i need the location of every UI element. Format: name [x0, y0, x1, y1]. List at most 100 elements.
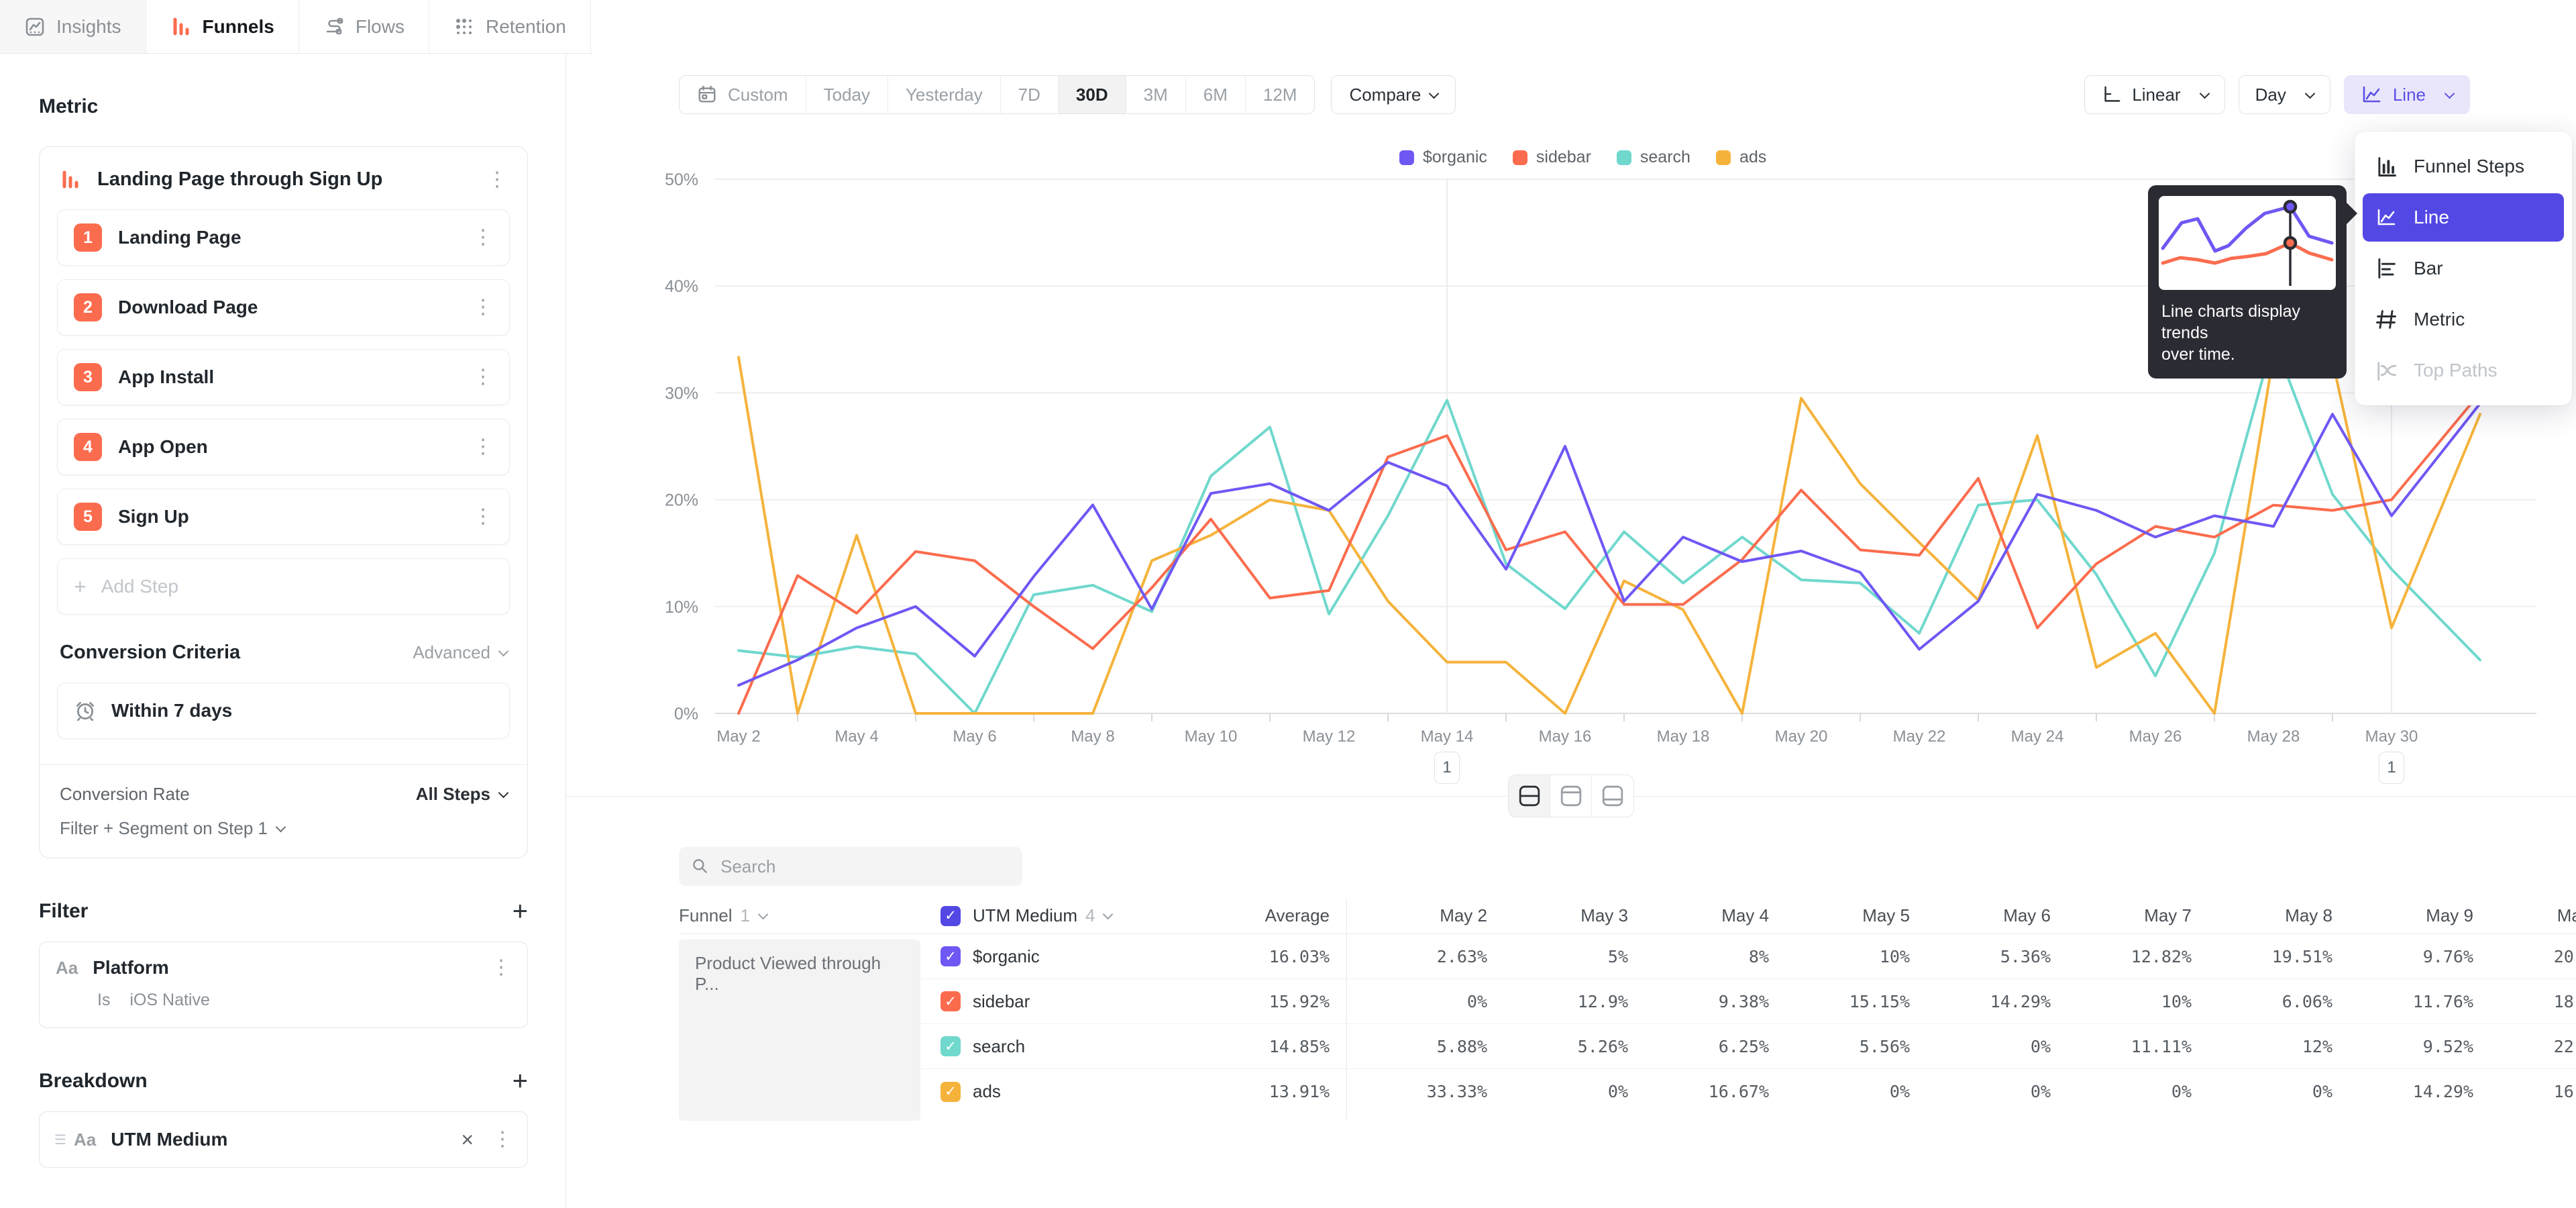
- conversion-rate-dropdown[interactable]: All Steps: [416, 784, 507, 805]
- filter-value[interactable]: iOS Native: [129, 991, 209, 1009]
- add-step-button[interactable]: + Add Step: [57, 558, 510, 615]
- table-column-header[interactable]: May 4: [1628, 905, 1769, 926]
- step-kebab-menu[interactable]: ⋮: [473, 507, 493, 527]
- layout-toggle-chart-bottom-view[interactable]: [1592, 775, 1633, 817]
- svg-text:May 26: May 26: [2129, 727, 2182, 746]
- line-chart-icon: [2361, 84, 2382, 105]
- metric-kebab-menu[interactable]: ⋮: [487, 170, 507, 190]
- series-checkbox[interactable]: ✓: [941, 1082, 961, 1102]
- table-funnel-header[interactable]: Funnel1: [679, 905, 941, 926]
- search-input[interactable]: [720, 856, 989, 877]
- range-custom[interactable]: Custom: [680, 76, 806, 113]
- layout-toggle-split-view[interactable]: [1509, 775, 1550, 817]
- funnel-header-label: Funnel: [679, 905, 733, 926]
- table-column-header[interactable]: May 9: [2332, 905, 2473, 926]
- remove-breakdown-button[interactable]: ×: [461, 1133, 474, 1146]
- filter-segment-dropdown[interactable]: Filter + Segment on Step 1: [57, 805, 510, 858]
- conversion-window[interactable]: Within 7 days: [57, 683, 510, 739]
- menu-item-label: Metric: [2414, 309, 2465, 330]
- chart-type-dropdown[interactable]: Line: [2344, 75, 2470, 114]
- plus-icon: +: [74, 574, 87, 599]
- step-kebab-menu[interactable]: ⋮: [473, 367, 493, 387]
- filter-operator[interactable]: Is: [97, 991, 110, 1009]
- table-column-header[interactable]: May 8: [2192, 905, 2332, 926]
- annotation-badge[interactable]: 1: [1434, 752, 1460, 784]
- legend-item-search[interactable]: search: [1617, 148, 1690, 167]
- granularity-dropdown[interactable]: Day: [2239, 75, 2330, 114]
- menu-item-label: Bar: [2414, 258, 2443, 279]
- compare-button[interactable]: Compare: [1331, 75, 1456, 114]
- menu-item-bar[interactable]: Bar: [2363, 244, 2564, 293]
- table-column-header[interactable]: May 7: [2051, 905, 2192, 926]
- menu-item-metric[interactable]: Metric: [2363, 295, 2564, 344]
- series-name-label: $organic: [973, 946, 1040, 967]
- range-12m[interactable]: 12M: [1246, 76, 1315, 113]
- table-cell: 5.88%: [1346, 1037, 1487, 1056]
- add-filter-button[interactable]: +: [513, 901, 528, 921]
- legend-item-ads[interactable]: ads: [1716, 148, 1766, 167]
- tab-insights[interactable]: Insights: [0, 0, 146, 53]
- table-cell: 9.52%: [2332, 1037, 2473, 1056]
- retention-icon: [453, 16, 475, 38]
- step-kebab-menu[interactable]: ⋮: [473, 437, 493, 457]
- advanced-dropdown[interactable]: Advanced: [413, 642, 507, 663]
- series-checkbox[interactable]: ✓: [941, 946, 961, 966]
- series-name-label: ads: [973, 1081, 1001, 1102]
- table-search[interactable]: [679, 847, 1022, 886]
- drag-handle-icon[interactable]: ☰: [54, 1131, 66, 1148]
- range-3m[interactable]: 3M: [1126, 76, 1186, 113]
- annotation-badge[interactable]: 1: [2379, 752, 2404, 784]
- breakdown-card[interactable]: ☰ Aa UTM Medium × ⋮: [39, 1111, 528, 1168]
- segment-select-all-checkbox[interactable]: ✓: [941, 906, 961, 926]
- table-column-header[interactable]: May 5: [1769, 905, 1910, 926]
- range-6m[interactable]: 6M: [1186, 76, 1246, 113]
- add-breakdown-button[interactable]: +: [513, 1071, 528, 1091]
- breakdown-kebab-menu[interactable]: ⋮: [492, 1129, 513, 1150]
- table-cell: 12.82%: [2051, 947, 2192, 966]
- layout-toggle-chart-top-view[interactable]: [1550, 775, 1592, 817]
- series-checkbox[interactable]: ✓: [941, 991, 961, 1011]
- menu-item-label: Line: [2414, 207, 2449, 228]
- tab-flows[interactable]: Flows: [299, 0, 429, 53]
- string-type-icon: Aa: [56, 958, 78, 978]
- metric-icon: [2373, 307, 2399, 332]
- breakdown-table: Funnel1✓UTM Medium4AverageMay 2May 3May …: [679, 898, 2576, 1114]
- table-column-header[interactable]: May 3: [1487, 905, 1628, 926]
- funnel-step[interactable]: 4App Open⋮: [57, 419, 510, 475]
- table-segment-header[interactable]: ✓UTM Medium4: [941, 905, 1195, 926]
- table-column-header[interactable]: May 10: [2473, 905, 2576, 926]
- funnel-step[interactable]: 3App Install⋮: [57, 349, 510, 405]
- range-today[interactable]: Today: [806, 76, 888, 113]
- metric-card: Landing Page through Sign Up ⋮ 1Landing …: [39, 146, 528, 858]
- tooltip-mini-chart: [2159, 196, 2336, 290]
- filter-card[interactable]: Aa Platform ⋮ Is iOS Native: [39, 942, 528, 1028]
- chart-controls: Linear Day Line: [2084, 75, 2470, 114]
- menu-item-line[interactable]: Line: [2363, 193, 2564, 242]
- series-checkbox[interactable]: ✓: [941, 1036, 961, 1056]
- menu-item-funnel-steps[interactable]: Funnel Steps: [2363, 142, 2564, 191]
- scale-dropdown[interactable]: Linear: [2084, 75, 2224, 114]
- table-column-header[interactable]: Average: [1195, 905, 1330, 926]
- range-yesterday[interactable]: Yesterday: [888, 76, 1001, 113]
- filter-kebab-menu[interactable]: ⋮: [491, 958, 511, 978]
- tab-retention[interactable]: Retention: [429, 0, 591, 53]
- insights-icon: [24, 16, 46, 38]
- row-series-name: ✓sidebar: [941, 991, 1195, 1012]
- range-7d[interactable]: 7D: [1001, 76, 1059, 113]
- table-column-header[interactable]: May 6: [1910, 905, 2051, 926]
- step-number-badge: 5: [74, 503, 102, 531]
- top-tab-bar: InsightsFunnelsFlowsRetention: [0, 0, 593, 54]
- range-30d[interactable]: 30D: [1059, 76, 1126, 113]
- metric-title: Landing Page through Sign Up: [97, 168, 487, 191]
- funnel-step[interactable]: 5Sign Up⋮: [57, 489, 510, 545]
- table-cell: 16.67%: [2473, 1082, 2576, 1101]
- legend-item-sidebar[interactable]: sidebar: [1513, 148, 1591, 167]
- table-funnel-cell[interactable]: Product Viewed through P...: [679, 940, 920, 1121]
- step-kebab-menu[interactable]: ⋮: [473, 297, 493, 317]
- funnel-step[interactable]: 2Download Page⋮: [57, 279, 510, 336]
- tab-funnels[interactable]: Funnels: [146, 0, 299, 53]
- step-kebab-menu[interactable]: ⋮: [473, 228, 493, 248]
- legend-item-organic[interactable]: $organic: [1399, 148, 1487, 167]
- funnel-step[interactable]: 1Landing Page⋮: [57, 209, 510, 266]
- table-column-header[interactable]: May 2: [1346, 905, 1487, 926]
